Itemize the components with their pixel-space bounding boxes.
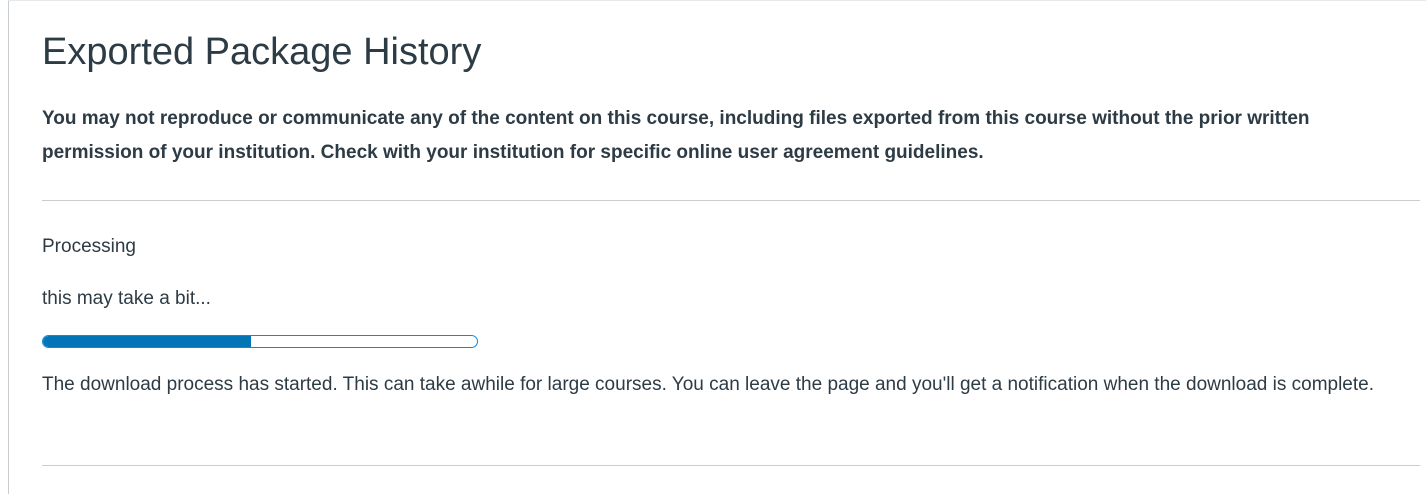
- download-started-message: The download process has started. This c…: [42, 374, 1374, 395]
- export-status-hint: this may take a bit...: [42, 288, 211, 309]
- exported-package-history-page: Exported Package History You may not rep…: [0, 0, 1426, 494]
- page-title: Exported Package History: [42, 31, 482, 73]
- copyright-notice: You may not reproduce or communicate any…: [42, 108, 1310, 163]
- content-frame-left-border: [8, 0, 9, 494]
- export-status-label: Processing: [42, 236, 136, 257]
- export-progress-bar: [42, 335, 478, 348]
- section-divider-bottom: [42, 465, 1420, 466]
- section-divider: [42, 200, 1420, 201]
- content-frame-top-border: [8, 0, 1426, 1]
- export-progress-fill: [43, 336, 252, 347]
